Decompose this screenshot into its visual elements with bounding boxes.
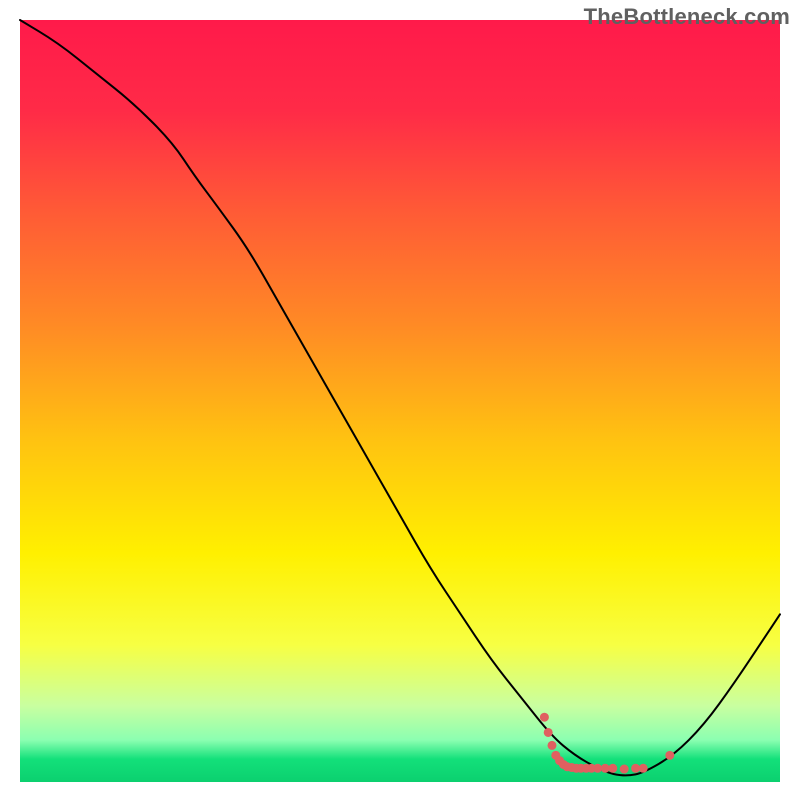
bottleneck-chart: TheBottleneck.com [0,0,800,800]
marker-point [548,741,556,749]
marker-point [632,764,640,772]
marker-point [544,728,552,736]
marker-point [609,764,617,772]
marker-point [540,713,548,721]
plot-background [20,20,780,782]
marker-point [601,764,609,772]
chart-svg [0,0,800,800]
watermark-text: TheBottleneck.com [584,4,790,30]
marker-point [666,751,674,759]
marker-point [639,764,647,772]
marker-point [620,765,628,773]
marker-point [594,764,602,772]
